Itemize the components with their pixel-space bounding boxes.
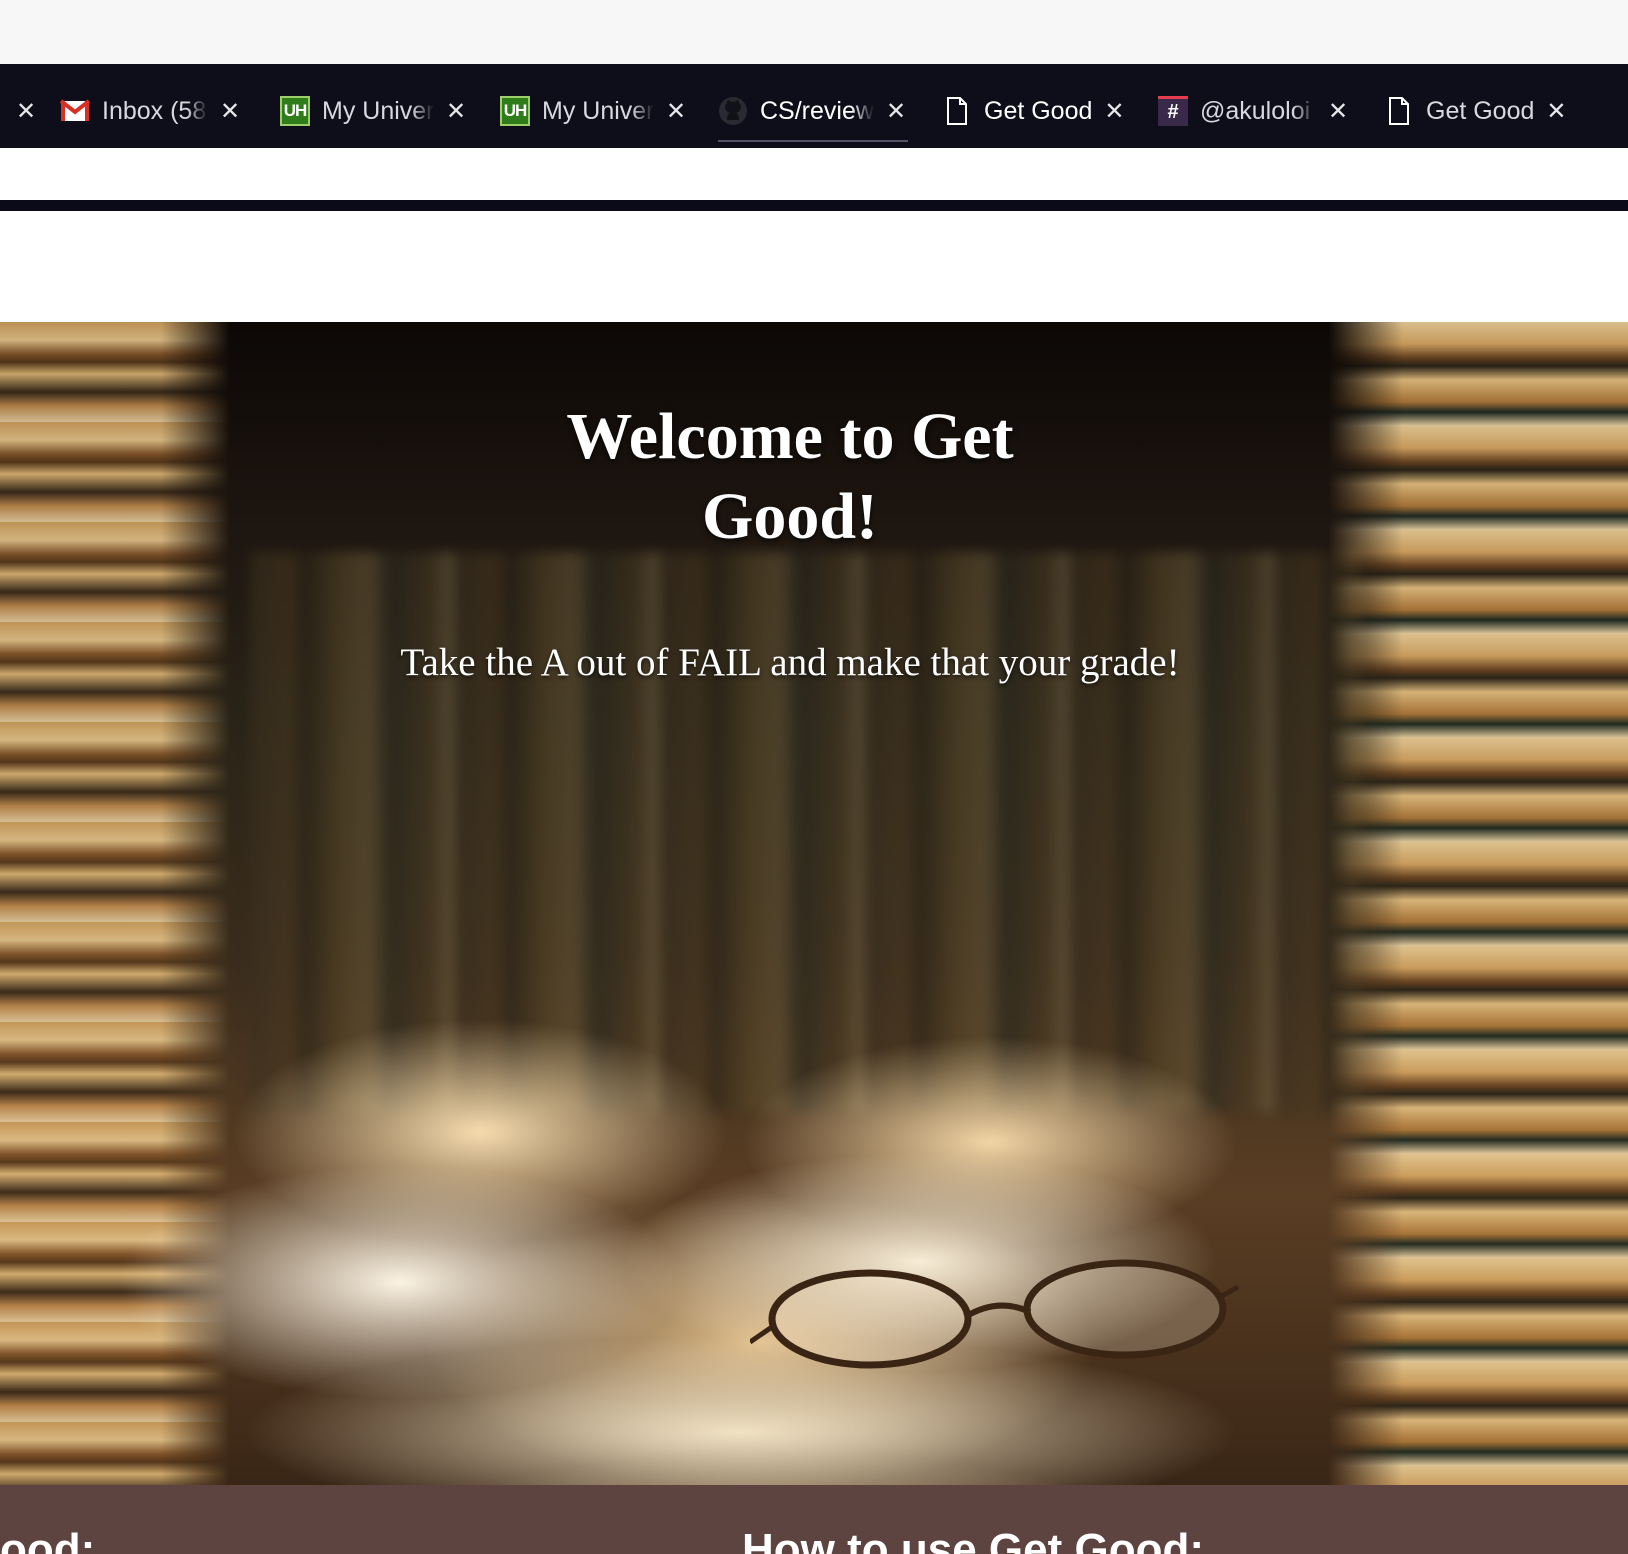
tab-slack[interactable]: # @akuloloi ✕	[1158, 82, 1348, 140]
gmail-icon	[60, 96, 90, 126]
window-top-bar	[0, 0, 1628, 64]
page-spacer	[0, 211, 1628, 322]
tab-title: CS/review	[760, 96, 874, 125]
section-heading-left: ood:	[0, 1525, 96, 1554]
tab-my-university-1[interactable]: UH My Univer ✕	[280, 82, 466, 140]
tab-title: My Univer	[322, 96, 434, 125]
tab-title: Get Good	[984, 96, 1093, 125]
slack-icon: #	[1158, 96, 1188, 126]
close-icon[interactable]: ✕	[1328, 97, 1348, 126]
tab-partial[interactable]: ✕	[4, 82, 36, 140]
close-icon[interactable]: ✕	[886, 97, 906, 126]
hero-title-line-2: Good!	[701, 480, 879, 553]
hero-subtitle: Take the A out of FAIL and make that you…	[400, 641, 1180, 684]
close-icon[interactable]: ✕	[666, 97, 686, 126]
tab-title: Inbox (58	[102, 96, 207, 125]
tab-get-good-1[interactable]: Get Good ✕	[942, 82, 1125, 140]
tab-title: @akuloloi	[1200, 96, 1311, 125]
github-icon	[718, 96, 748, 126]
eyeglasses-image	[750, 1259, 1240, 1369]
close-icon[interactable]: ✕	[220, 97, 240, 126]
tab-cs-review[interactable]: CS/review ✕	[718, 82, 908, 142]
tab-my-university-2[interactable]: UH My Univer ✕	[500, 82, 686, 140]
close-icon[interactable]: ✕	[1104, 97, 1124, 126]
page-header-area	[0, 148, 1628, 200]
close-icon[interactable]: ✕	[16, 97, 36, 126]
close-icon[interactable]: ✕	[1546, 97, 1566, 126]
info-section: ood: How to use Get Good:	[0, 1485, 1628, 1554]
uh-icon: UH	[500, 96, 530, 126]
section-heading-how-to-use: How to use Get Good:	[742, 1525, 1204, 1554]
nav-divider	[0, 200, 1628, 211]
hero-title-line-1: Welcome to Get	[566, 400, 1014, 473]
hero-title: Welcome to Get Good!	[0, 397, 1580, 557]
uh-icon: UH	[280, 96, 310, 126]
page-icon	[1384, 96, 1414, 126]
close-icon[interactable]: ✕	[446, 97, 466, 126]
tab-inbox[interactable]: Inbox (58 ✕	[60, 82, 240, 140]
tab-get-good-2[interactable]: Get Good ✕	[1384, 82, 1567, 140]
tab-title: Get Good	[1426, 96, 1535, 125]
browser-tabstrip: ✕ Inbox (58 ✕ UH My Univer ✕ UH My Unive…	[0, 64, 1628, 148]
hero-banner: Welcome to Get Good! Take the A out of F…	[0, 322, 1628, 1485]
page-icon	[942, 96, 972, 126]
tab-title: My Univer	[542, 96, 654, 125]
